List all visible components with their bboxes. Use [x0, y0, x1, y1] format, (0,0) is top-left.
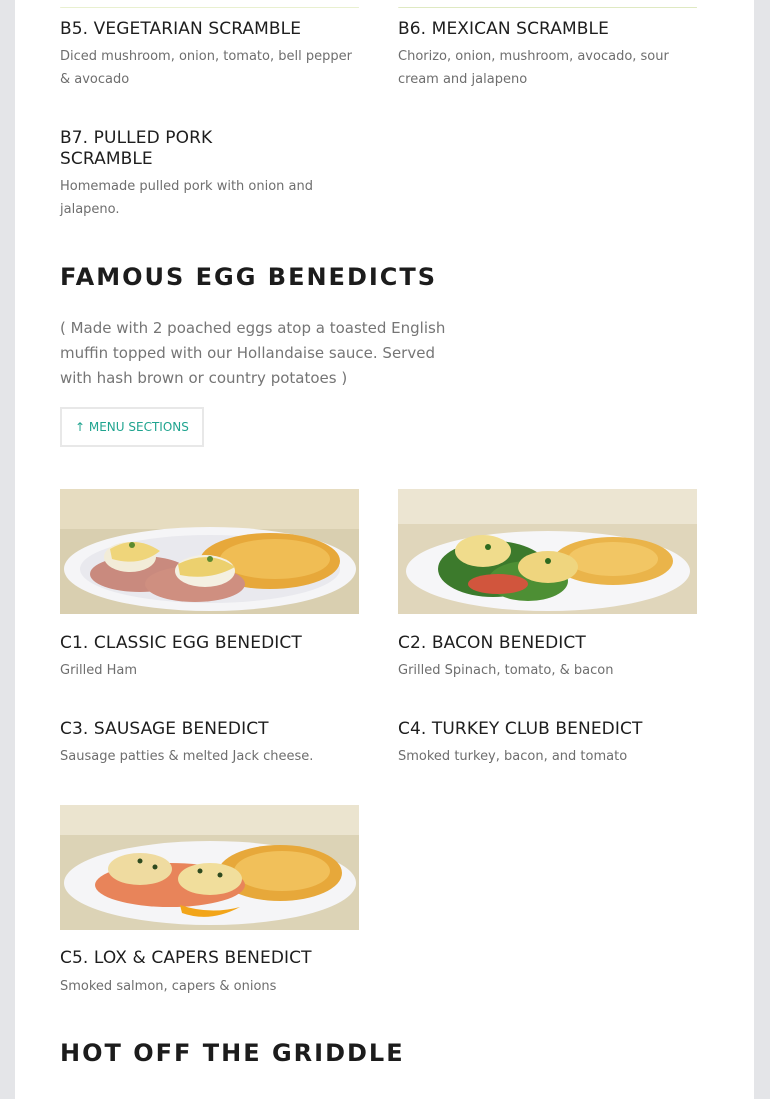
item-desc-b7: Homemade pulled pork with onion and jala… [60, 179, 314, 217]
lox-capers-benedict-photo [60, 805, 359, 930]
item-desc-b5: Diced mushroom, onion, tomato, bell pepp… [60, 49, 352, 87]
item-title-c3: C3. SAUSAGE BENEDICT [60, 719, 269, 739]
item-title-c1: C1. CLASSIC EGG BENEDICT [60, 633, 302, 653]
item-desc-c1: Grilled Ham [60, 663, 138, 678]
item-title-b7: B7. PULLED PORK SCRAMBLE [60, 128, 213, 169]
section-title-benedicts: FAMOUS EGG BENEDICTS [60, 263, 438, 291]
item-title-b5: B5. VEGETARIAN SCRAMBLE [60, 19, 302, 39]
item-title-c4: C4. TURKEY CLUB BENEDICT [398, 719, 643, 739]
menu-sections-button[interactable]: ↑ MENU SECTIONS [60, 407, 204, 447]
item-title-b6: B6. MEXICAN SCRAMBLE [398, 19, 609, 39]
bacon-benedict-photo [398, 489, 697, 614]
classic-egg-benedict-photo [60, 489, 359, 614]
item-desc-c2: Grilled Spinach, tomato, & bacon [398, 663, 614, 678]
item-desc-c3: Sausage patties & melted Jack cheese. [60, 749, 314, 764]
menu-page: B5. VEGETARIAN SCRAMBLE Diced mushroom, … [15, 0, 754, 1099]
vegetarian-scramble-photo-edge [60, 0, 359, 8]
item-desc-b6: Chorizo, onion, mushroom, avocado, sour … [398, 49, 669, 87]
item-title-c5: C5. LOX & CAPERS BENEDICT [60, 948, 312, 968]
mexican-scramble-photo-edge [398, 0, 697, 8]
item-desc-c4: Smoked turkey, bacon, and tomato [398, 749, 628, 764]
section-title-griddle: HOT OFF THE GRIDDLE [60, 1039, 405, 1067]
item-desc-c5: Smoked salmon, capers & onions [60, 979, 277, 994]
section-note-benedicts: ( Made with 2 poached eggs atop a toaste… [60, 319, 446, 387]
item-title-c2: C2. BACON BENEDICT [398, 633, 586, 653]
